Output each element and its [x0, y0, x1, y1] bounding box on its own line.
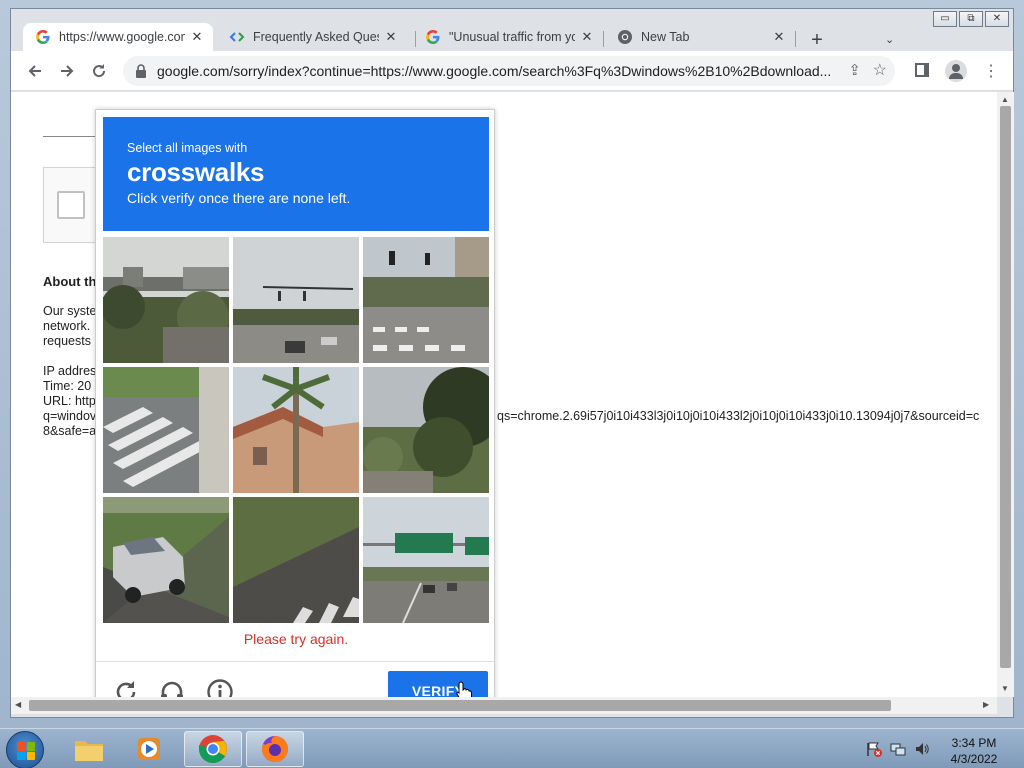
para-line: Our syste — [43, 304, 97, 318]
tab-unusual-traffic[interactable]: "Unusual traffic from yo ✕ — [413, 23, 603, 51]
close-tab-icon[interactable]: ✕ — [579, 29, 595, 45]
tab-new-tab[interactable]: New Tab ✕ — [605, 23, 795, 51]
about-heading: About th — [43, 274, 97, 289]
media-player-icon — [138, 738, 160, 760]
scroll-left-arrow-icon[interactable]: ◀ — [15, 700, 21, 709]
tab-search-chevron-icon[interactable]: ⌄ — [885, 33, 894, 46]
url-line: URL: http — [43, 394, 96, 408]
tab-title: New Tab — [641, 30, 690, 44]
start-button[interactable] — [6, 731, 44, 768]
captcha-target: crosswalks — [127, 157, 265, 187]
url-text[interactable]: google.com/sorry/index?continue=https://… — [157, 63, 841, 79]
para-line: requests — [43, 334, 91, 348]
captcha-tile-tile-roof-palm[interactable] — [233, 367, 359, 493]
taskbar-media-player[interactable] — [120, 731, 178, 767]
captcha-subtext: Click verify once there are none left. — [127, 190, 351, 206]
action-center-flag-icon[interactable] — [866, 741, 882, 757]
windows-logo-icon — [17, 742, 35, 760]
forward-arrow-icon[interactable] — [57, 61, 77, 81]
close-tab-icon[interactable]: ✕ — [383, 29, 399, 45]
lock-icon — [136, 64, 146, 78]
firefox-icon — [262, 736, 288, 762]
tab-title: Frequently Asked Questi — [253, 30, 379, 44]
minimize-button[interactable]: ▭ — [933, 11, 957, 27]
para-line: network. — [43, 319, 91, 333]
side-panel-icon[interactable] — [915, 63, 929, 77]
hand-cursor-icon — [456, 681, 472, 697]
window-controls: ▭ ⧉ ✕ — [933, 11, 1009, 27]
captcha-tile-trees-road[interactable] — [363, 367, 489, 493]
volume-icon[interactable] — [914, 741, 930, 757]
restore-button[interactable]: ⧉ — [959, 11, 983, 27]
close-tab-icon[interactable]: ✕ — [771, 29, 787, 45]
google-g-icon — [425, 29, 441, 45]
taskbar-firefox[interactable] — [246, 731, 304, 767]
tab-faq[interactable]: Frequently Asked Questi ✕ — [217, 23, 407, 51]
google-g-icon — [35, 29, 51, 45]
profile-avatar-icon[interactable] — [945, 60, 967, 82]
menu-dots-icon[interactable]: ⋮ — [983, 61, 999, 81]
taskbar: 3:34 PM 4/3/2022 — [0, 728, 1024, 768]
taskbar-chrome[interactable] — [184, 731, 242, 767]
captcha-tile-road-edge-stripes[interactable] — [233, 497, 359, 623]
taskbar-clock[interactable]: 3:34 PM 4/3/2022 — [934, 735, 1014, 767]
close-tab-icon[interactable]: ✕ — [189, 29, 205, 45]
tab-separator — [603, 31, 604, 47]
address-bar[interactable]: google.com/sorry/index?continue=https://… — [123, 56, 895, 86]
captcha-challenge-dialog: Select all images with crosswalks Click … — [95, 109, 496, 697]
url-tail-text: qs=chrome.2.69i57j0i10i433l3j0i10j0i10i4… — [497, 409, 980, 423]
bookmark-star-icon[interactable]: ☆ — [873, 60, 887, 80]
vertical-scroll-thumb[interactable] — [1000, 106, 1011, 668]
browser-toolbar: google.com/sorry/index?continue=https://… — [11, 51, 1013, 91]
chrome-icon — [199, 735, 227, 763]
share-icon[interactable]: ⇪ — [848, 61, 861, 79]
verify-button[interactable]: VERIFY — [388, 671, 488, 697]
close-window-button[interactable]: ✕ — [985, 11, 1009, 27]
browser-window: ▭ ⧉ ✕ https://www.google.com ✕ Frequentl… — [10, 8, 1014, 718]
captcha-header: Select all images with crosswalks Click … — [103, 117, 489, 231]
captcha-tile-highway-signs[interactable] — [363, 497, 489, 623]
scroll-down-arrow-icon[interactable]: ▼ — [1001, 684, 1009, 693]
captcha-tile-intersection[interactable] — [233, 237, 359, 363]
code-brackets-icon — [229, 29, 245, 45]
network-icon[interactable] — [890, 741, 906, 757]
reload-icon[interactable] — [89, 61, 109, 81]
safe-line: 8&safe=a — [43, 424, 97, 438]
tab-strip: https://www.google.com ✕ Frequently Aske… — [11, 17, 1013, 51]
taskbar-file-explorer[interactable] — [60, 731, 118, 767]
page-viewport: About th Our syste network. requests IP … — [11, 92, 997, 697]
captcha-tile-overpass-sign[interactable] — [103, 237, 229, 363]
ip-address-line: IP addres — [43, 364, 97, 378]
captcha-tile-crosswalk-closeup[interactable] — [103, 367, 229, 493]
folder-icon — [75, 741, 103, 761]
tab-separator — [795, 31, 796, 47]
new-tab-button[interactable]: + — [807, 29, 827, 52]
back-arrow-icon[interactable] — [25, 61, 45, 81]
tab-title: https://www.google.com — [59, 30, 185, 44]
chrome-icon — [617, 29, 633, 45]
vertical-scrollbar[interactable]: ▲ ▼ — [997, 92, 1014, 697]
query-line: q=windov — [43, 409, 97, 423]
clock-date: 4/3/2022 — [950, 752, 998, 766]
info-icon[interactable] — [206, 678, 234, 697]
captcha-tile-silver-car[interactable] — [103, 497, 229, 623]
reload-challenge-icon[interactable] — [112, 678, 140, 697]
captcha-error-message: Please try again. — [243, 631, 349, 647]
horizontal-scroll-thumb[interactable] — [29, 700, 891, 711]
tab-title: "Unusual traffic from yo — [449, 30, 575, 44]
captcha-image-grid — [103, 237, 489, 623]
captcha-tile-city-crosswalk[interactable] — [363, 237, 489, 363]
clock-time: 3:34 PM — [951, 736, 997, 750]
time-line: Time: 20 — [43, 379, 92, 393]
divider — [43, 136, 103, 137]
scroll-right-arrow-icon[interactable]: ▶ — [983, 700, 989, 709]
recaptcha-checkbox[interactable] — [57, 191, 85, 219]
scroll-up-arrow-icon[interactable]: ▲ — [1001, 95, 1009, 104]
tab-google-sorry[interactable]: https://www.google.com ✕ — [23, 23, 213, 51]
audio-challenge-icon[interactable] — [158, 678, 186, 697]
horizontal-scrollbar[interactable]: ◀ ▶ — [11, 697, 997, 714]
captcha-instruction: Select all images with — [127, 141, 248, 155]
captcha-footer-divider — [96, 661, 496, 662]
